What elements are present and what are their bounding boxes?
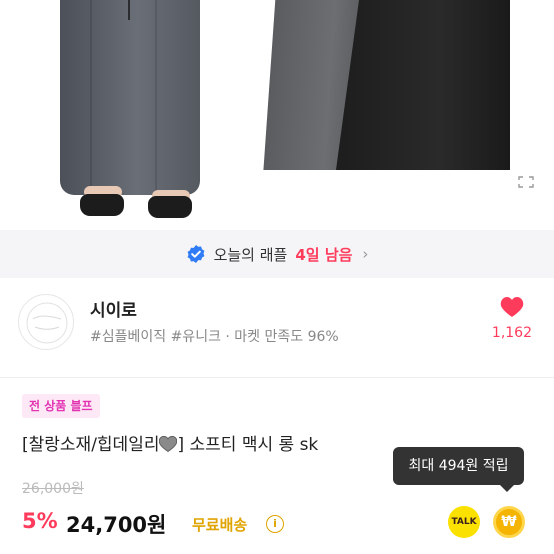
info-icon[interactable]: i: [266, 515, 284, 533]
banner-label: 오늘의 래플: [213, 245, 288, 264]
check-badge-icon: [187, 245, 204, 263]
expand-icon[interactable]: [518, 176, 534, 188]
shop-info[interactable]: 시이로 #심플베이직 #유니크 · 마켓 만족도 96% 1,162: [0, 278, 554, 378]
discount-rate: 5%: [22, 509, 58, 533]
reward-tooltip: 최대 494원 적립: [393, 447, 524, 492]
free-shipping-label: 무료배송: [192, 516, 248, 534]
sale-price: 24,700원: [66, 513, 167, 537]
product-title-prefix: [찰랑소재/힙데일리: [22, 435, 160, 455]
product-title: [찰랑소재/힙데일리 ] 소프티 맥시 롱 sk: [22, 430, 318, 455]
promo-badge: 전 상품 블프: [22, 394, 100, 418]
product-title-suffix: ] 소프티 맥시 롱 sk: [177, 435, 319, 455]
heart-icon[interactable]: [500, 296, 524, 318]
won-reward-button[interactable]: ₩: [493, 506, 525, 538]
shop-logo[interactable]: [18, 294, 74, 350]
banner-remaining: 4일 남음: [295, 245, 353, 264]
grey-heart-icon: [159, 436, 178, 452]
raffle-banner[interactable]: 오늘의 래플 4일 남음 ›: [0, 230, 554, 278]
product-image[interactable]: [0, 0, 554, 228]
shop-name[interactable]: 시이로: [90, 296, 137, 321]
left-sandal: [80, 194, 124, 216]
kakao-talk-button[interactable]: TALK: [448, 506, 480, 538]
like-count: 1,162: [491, 325, 532, 341]
shop-tags: #심플베이직 #유니크 · 마켓 만족도 96%: [90, 329, 339, 345]
skirt-photo-black: [336, 0, 510, 170]
right-sandal: [148, 196, 192, 218]
original-price: 26,000원: [22, 481, 84, 497]
chevron-right-icon: ›: [362, 245, 369, 263]
skirt-photo-left: [60, 0, 200, 195]
